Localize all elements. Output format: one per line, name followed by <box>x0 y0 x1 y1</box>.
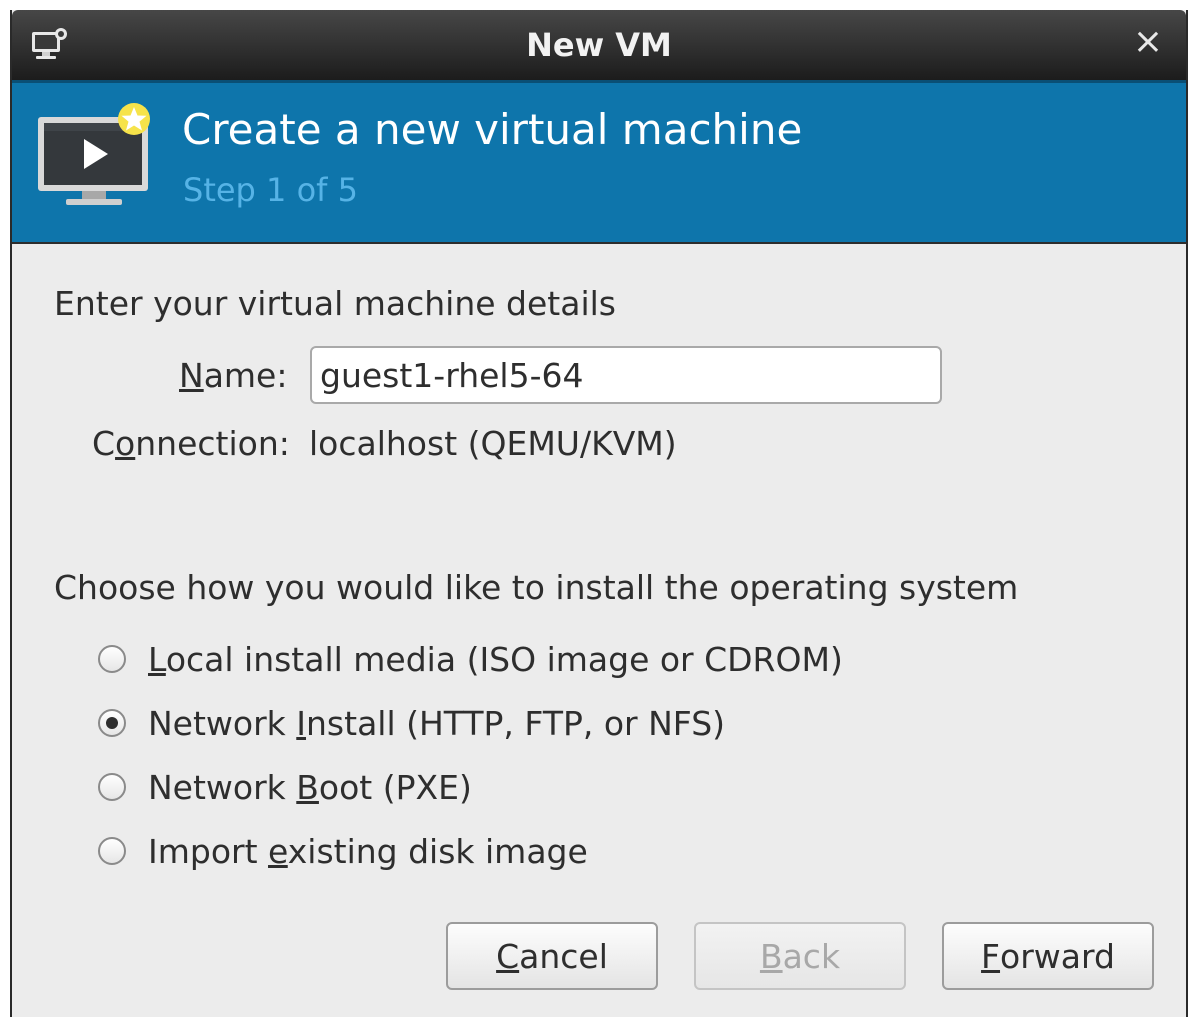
details-section-label: Enter your virtual machine details <box>54 284 616 323</box>
radio-label: Local install media (ISO image or CDROM) <box>148 639 843 679</box>
close-icon[interactable]: × <box>1128 22 1168 62</box>
forward-button[interactable]: Forward <box>942 922 1154 990</box>
banner-heading: Create a new virtual machine <box>182 105 803 154</box>
install-section-label: Choose how you would like to install the… <box>54 568 1019 607</box>
window-title: New VM <box>526 26 672 64</box>
name-label: Name: <box>179 356 288 395</box>
radio-button[interactable] <box>98 645 126 673</box>
name-input[interactable] <box>310 346 942 404</box>
back-button[interactable]: Back <box>694 922 906 990</box>
radio-import-disk-image[interactable]: Import existing disk image <box>98 826 588 876</box>
radio-label: Network Install (HTTP, FTP, or NFS) <box>148 703 726 743</box>
header-banner: Create a new virtual machine Step 1 of 5 <box>12 80 1186 244</box>
radio-button[interactable] <box>98 709 126 737</box>
new-vm-monitor-icon <box>38 103 150 205</box>
title-bar[interactable]: New VM × <box>12 10 1186 80</box>
radio-label: Network Boot (PXE) <box>148 767 472 807</box>
radio-local-install-media[interactable]: Local install media (ISO image or CDROM) <box>98 634 843 684</box>
cancel-button[interactable]: Cancel <box>446 922 658 990</box>
radio-network-boot[interactable]: Network Boot (PXE) <box>98 762 472 812</box>
new-vm-dialog: New VM × Create a new virtual machine St… <box>10 10 1188 1017</box>
radio-network-install[interactable]: Network Install (HTTP, FTP, or NFS) <box>98 698 725 748</box>
radio-button[interactable] <box>98 773 126 801</box>
dialog-content: Enter your virtual machine details Name:… <box>12 244 1186 1017</box>
radio-button[interactable] <box>98 837 126 865</box>
step-indicator: Step 1 of 5 <box>183 171 358 209</box>
connection-label: Connection: <box>92 424 290 463</box>
connection-value: localhost (QEMU/KVM) <box>309 424 677 463</box>
radio-label: Import existing disk image <box>148 831 588 871</box>
